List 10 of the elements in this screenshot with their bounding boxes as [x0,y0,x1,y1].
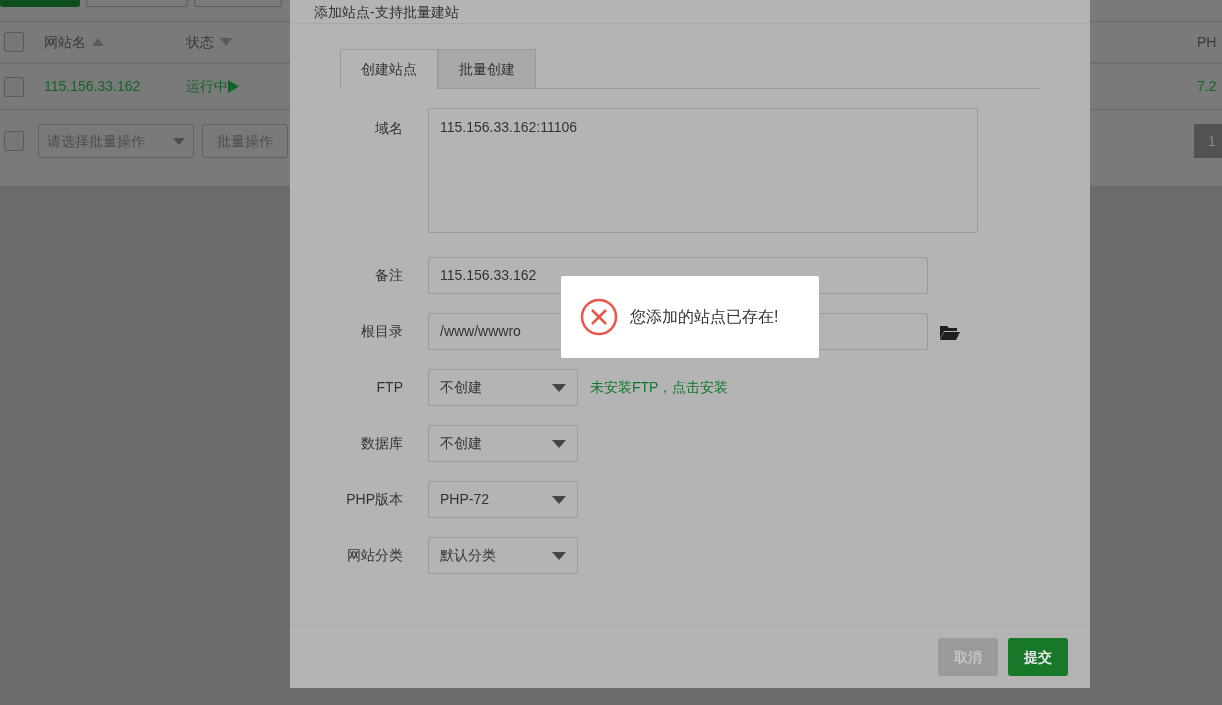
field-label: 备注 [374,266,404,285]
field-label: 数据库 [360,434,404,453]
table-cell-text: 7.2 [1197,77,1218,96]
field-label: 网站分类 [346,546,404,565]
dialog-title: 添加站点-支持批量建站 [314,4,459,19]
field-label: PHP版本 [345,490,404,509]
field-label: FTP [375,378,404,397]
field-label: 根目录 [360,322,404,341]
field-label: 域名 [374,119,404,138]
toast-message: 您添加的站点已存在! [630,307,779,327]
